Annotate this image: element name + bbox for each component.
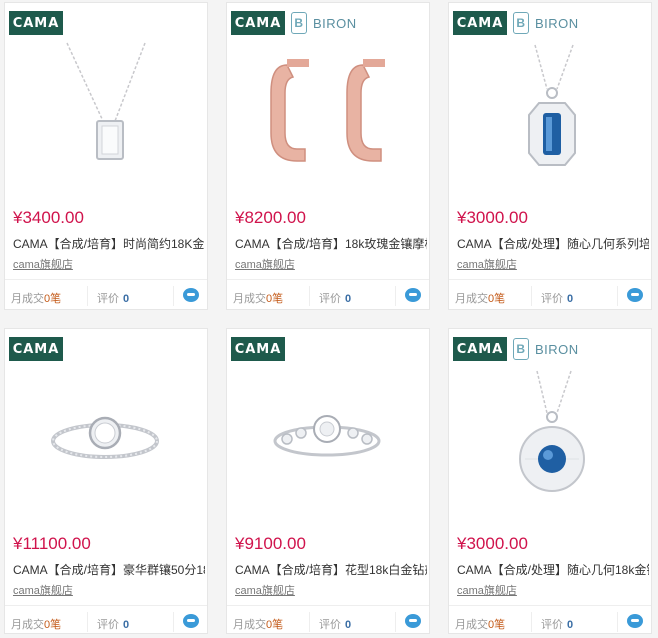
product-price: ¥9100.00 xyxy=(235,534,306,553)
monthly-sales: 月成交0笔 xyxy=(233,616,283,632)
review-count: 0 xyxy=(567,619,574,631)
divider xyxy=(87,286,88,306)
divider xyxy=(173,286,174,306)
divider xyxy=(531,286,532,306)
product-title[interactable]: CAMA【合成/处理】随心几何18k金镶 xyxy=(457,561,649,578)
flower-ring-icon xyxy=(273,415,381,457)
monthly-sales: 月成交0笔 xyxy=(11,616,61,632)
rose-gold-earrings-icon xyxy=(270,59,385,162)
shop-link[interactable]: cama旗舰店 xyxy=(457,582,517,598)
product-footer: 月成交0笔 评价 0 xyxy=(5,279,207,312)
sales-count: 0笔 xyxy=(266,293,284,305)
reviews[interactable]: 评价 0 xyxy=(541,290,573,306)
reviews[interactable]: 评价 0 xyxy=(319,290,351,306)
product-title[interactable]: CAMA【合成/培育】花型18k白金钻戒 xyxy=(235,561,427,578)
divider xyxy=(173,612,174,632)
divider xyxy=(617,612,618,632)
chat-icon[interactable] xyxy=(183,614,199,628)
shop-link[interactable]: cama旗舰店 xyxy=(13,582,73,598)
product-price: ¥3000.00 xyxy=(457,534,528,553)
pendant-blue-round-icon xyxy=(519,370,585,492)
divider xyxy=(87,612,88,632)
product-price: ¥8200.00 xyxy=(235,208,306,227)
sales-label: 月成交 xyxy=(455,619,488,631)
shop-link[interactable]: cama旗舰店 xyxy=(457,256,517,272)
shop-link[interactable]: cama旗舰店 xyxy=(13,256,73,272)
divider xyxy=(395,286,396,306)
product-card[interactable]: CAMA ¥9100.00 CAMA【合成/培育】花型18k白金钻戒 cama旗… xyxy=(226,328,430,634)
sales-label: 月成交 xyxy=(455,293,488,305)
monthly-sales: 月成交0笔 xyxy=(455,616,505,632)
sales-count: 0笔 xyxy=(266,619,284,631)
chat-icon[interactable] xyxy=(405,614,421,628)
divider xyxy=(309,612,310,632)
sales-count: 0笔 xyxy=(44,293,62,305)
chat-icon[interactable] xyxy=(627,614,643,628)
sales-label: 月成交 xyxy=(11,293,44,305)
pendant-blue-octagon-icon xyxy=(528,44,576,166)
chat-icon[interactable] xyxy=(183,288,199,302)
product-image[interactable]: CAMA B BIRON xyxy=(449,3,651,195)
product-footer: 月成交0笔 评价 0 xyxy=(449,605,651,638)
product-footer: 月成交0笔 评价 0 xyxy=(227,279,429,312)
product-image[interactable]: CAMA xyxy=(227,329,429,521)
product-footer: 月成交0笔 评价 0 xyxy=(5,605,207,638)
product-title[interactable]: CAMA【合成/培育】时尚简约18K金26 xyxy=(13,235,205,252)
reviews[interactable]: 评价 0 xyxy=(319,616,351,632)
pendant-rectangle-clear-icon xyxy=(66,42,146,160)
reviews[interactable]: 评价 0 xyxy=(541,616,573,632)
product-card[interactable]: CAMA B BIRON ¥3000.00 CAMA【合成/处理】随心几何18k金… xyxy=(448,328,652,634)
review-count: 0 xyxy=(123,293,130,305)
shop-link[interactable]: cama旗舰店 xyxy=(235,582,295,598)
product-footer: 月成交0笔 评价 0 xyxy=(227,605,429,638)
product-image[interactable]: CAMA B BIRON xyxy=(449,329,651,521)
product-title[interactable]: CAMA【合成/处理】随心几何系列培育 xyxy=(457,235,649,252)
review-label: 评价 xyxy=(319,619,341,631)
sales-count: 0笔 xyxy=(488,619,506,631)
review-count: 0 xyxy=(345,293,352,305)
review-label: 评价 xyxy=(541,293,563,305)
sales-label: 月成交 xyxy=(233,619,266,631)
monthly-sales: 月成交0笔 xyxy=(233,290,283,306)
review-label: 评价 xyxy=(541,619,563,631)
product-price: ¥3000.00 xyxy=(457,208,528,227)
review-label: 评价 xyxy=(97,619,119,631)
shop-link[interactable]: cama旗舰店 xyxy=(235,256,295,272)
product-title[interactable]: CAMA【合成/培育】豪华群镶50分18k xyxy=(13,561,205,578)
divider xyxy=(617,286,618,306)
product-image[interactable]: CAMA xyxy=(5,3,207,195)
product-price: ¥11100.00 xyxy=(13,534,91,553)
product-card[interactable]: CAMA B BIRON ¥8200.00 CAMA【合成/培育】18k玫瑰金镶摩… xyxy=(226,2,430,310)
monthly-sales: 月成交0笔 xyxy=(11,290,61,306)
reviews[interactable]: 评价 0 xyxy=(97,616,129,632)
chat-icon[interactable] xyxy=(627,288,643,302)
review-count: 0 xyxy=(123,619,130,631)
product-price: ¥3400.00 xyxy=(13,208,84,227)
divider xyxy=(395,612,396,632)
review-label: 评价 xyxy=(97,293,119,305)
divider xyxy=(309,286,310,306)
review-label: 评价 xyxy=(319,293,341,305)
product-image[interactable]: CAMA xyxy=(5,329,207,521)
sales-count: 0笔 xyxy=(44,619,62,631)
product-title[interactable]: CAMA【合成/培育】18k玫瑰金镶摩根 xyxy=(235,235,427,252)
chat-icon[interactable] xyxy=(405,288,421,302)
product-card[interactable]: CAMA ¥11100.00 CAMA【合成/培育】豪华群镶50分18k cam… xyxy=(4,328,208,634)
product-footer: 月成交0笔 评价 0 xyxy=(449,279,651,312)
divider xyxy=(531,612,532,632)
monthly-sales: 月成交0笔 xyxy=(455,290,505,306)
sales-label: 月成交 xyxy=(11,619,44,631)
product-card[interactable]: CAMA B BIRON ¥3000.00 CAMA【合成/处理】随心几何系列培育… xyxy=(448,2,652,310)
sales-label: 月成交 xyxy=(233,293,266,305)
reviews[interactable]: 评价 0 xyxy=(97,290,129,306)
product-image[interactable]: CAMA B BIRON xyxy=(227,3,429,195)
halo-ring-icon xyxy=(51,416,159,459)
review-count: 0 xyxy=(567,293,574,305)
product-grid: CAMA ¥3400.00 CAMA【合成/培育】时尚简约18K金26 cama… xyxy=(0,0,658,634)
sales-count: 0笔 xyxy=(488,293,506,305)
review-count: 0 xyxy=(345,619,352,631)
product-card[interactable]: CAMA ¥3400.00 CAMA【合成/培育】时尚简约18K金26 cama… xyxy=(4,2,208,310)
